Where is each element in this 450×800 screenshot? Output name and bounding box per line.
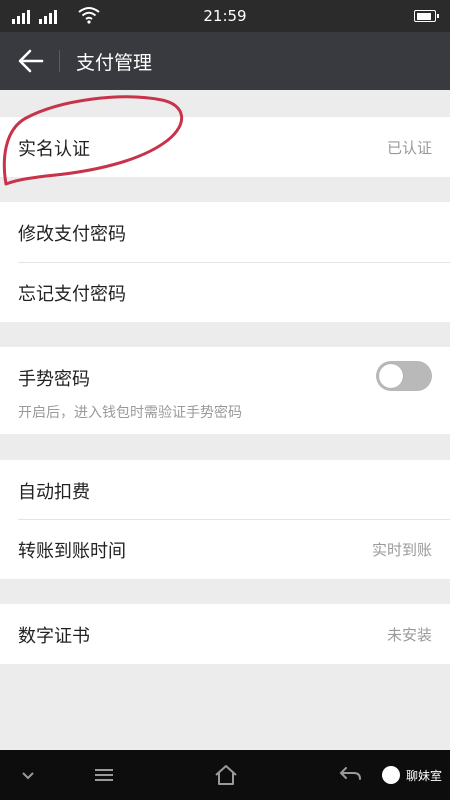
home-icon[interactable] bbox=[212, 762, 240, 788]
gesture-group: 手势密码 开启后，进入钱包时需验证手势密码 bbox=[0, 347, 450, 434]
digital-certificate-status: 未安装 bbox=[386, 626, 432, 644]
title-divider bbox=[59, 50, 60, 72]
wechat-logo-icon bbox=[381, 766, 400, 784]
forgot-password-row[interactable]: 忘记支付密码 bbox=[0, 262, 450, 322]
transfer-time-row[interactable]: 转账到账时间 实时到账 bbox=[0, 519, 450, 579]
transfer-time-label: 转账到账时间 bbox=[18, 541, 126, 562]
auto-debit-label: 自动扣费 bbox=[18, 482, 90, 503]
navigation-bar: 聊妹室 bbox=[0, 750, 450, 800]
real-name-label: 实名认证 bbox=[18, 139, 90, 160]
modify-password-row[interactable]: 修改支付密码 bbox=[0, 202, 450, 262]
battery-icon bbox=[414, 10, 439, 22]
forgot-password-label: 忘记支付密码 bbox=[18, 284, 126, 305]
auto-debit-row[interactable]: 自动扣费 bbox=[0, 460, 450, 520]
title-bar: 支付管理 bbox=[0, 32, 450, 90]
real-name-group: 实名认证 已认证 bbox=[0, 117, 450, 177]
back-arrow-icon[interactable] bbox=[14, 45, 48, 77]
password-group: 修改支付密码 忘记支付密码 bbox=[0, 202, 450, 322]
toggle-knob bbox=[379, 364, 403, 388]
digital-certificate-row[interactable]: 数字证书 未安装 bbox=[0, 604, 450, 664]
status-bar: 21:59 bbox=[0, 0, 450, 32]
chevron-down-icon[interactable] bbox=[14, 762, 42, 788]
watermark: 聊妹室 bbox=[381, 766, 442, 784]
real-name-row[interactable]: 实名认证 已认证 bbox=[0, 117, 450, 177]
real-name-status: 已认证 bbox=[386, 139, 432, 157]
screen: 21:59 支付管理 实名认证 已认证 修改支付密码 忘记支付密码 手势密码 开… bbox=[0, 0, 450, 800]
modify-password-label: 修改支付密码 bbox=[18, 224, 126, 245]
page-title: 支付管理 bbox=[76, 52, 153, 74]
back-nav-icon[interactable] bbox=[336, 762, 364, 788]
status-time: 21:59 bbox=[203, 7, 247, 25]
gesture-password-description: 开启后，进入钱包时需验证手势密码 bbox=[18, 405, 242, 421]
gesture-password-toggle[interactable] bbox=[376, 361, 432, 391]
watermark-text: 聊妹室 bbox=[405, 768, 442, 783]
digital-certificate-label: 数字证书 bbox=[18, 626, 90, 647]
certificate-group: 数字证书 未安装 bbox=[0, 604, 450, 664]
gesture-password-label: 手势密码 bbox=[18, 369, 90, 390]
menu-icon[interactable] bbox=[90, 762, 118, 788]
transfer-time-value: 实时到账 bbox=[371, 541, 432, 559]
billing-group: 自动扣费 转账到账时间 实时到账 bbox=[0, 460, 450, 579]
